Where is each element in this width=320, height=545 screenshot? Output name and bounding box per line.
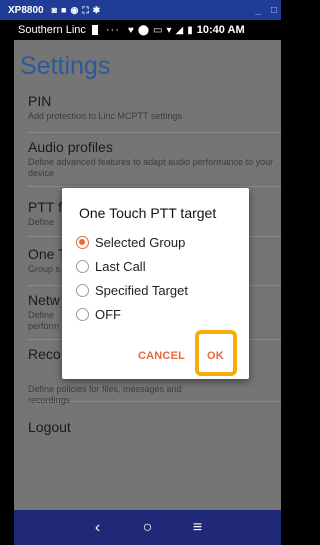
- option-selected-group[interactable]: Selected Group: [76, 232, 185, 252]
- dialog-title: One Touch PTT target: [79, 205, 217, 221]
- device-model: XP8800: [8, 4, 44, 16]
- pref-title: Audio profiles: [28, 139, 113, 155]
- radio-unchecked-icon[interactable]: [76, 283, 89, 297]
- battery-icon: ▮: [187, 24, 193, 36]
- window-controls: _ □: [255, 5, 277, 16]
- device-bar: XP8800 ◙ ■ ◉ ⛶ ✱ _ □: [0, 0, 281, 20]
- back-icon[interactable]: ‹: [88, 519, 108, 537]
- status-bar: Southern Linc ··· ♥ ⬤ ▭ ▾ ◢ ▮ 10:40 AM: [14, 20, 281, 40]
- pref-summary: Define perform: [28, 310, 60, 331]
- option-last-call[interactable]: Last Call: [76, 256, 146, 276]
- pref-pin[interactable]: PIN Add protection to Linc MCPTT setting…: [28, 93, 281, 133]
- carrier-name: Southern Linc: [18, 24, 86, 36]
- sim-icon: [91, 25, 98, 35]
- heart-icon: ♥: [127, 24, 134, 36]
- option-off[interactable]: OFF: [76, 304, 121, 324]
- fullscreen-icon: ⛶: [82, 4, 89, 15]
- maximize-button[interactable]: □: [271, 5, 277, 16]
- location-icon: ⬤: [137, 24, 150, 36]
- navigation-bar: ‹ ○ ≡: [14, 510, 281, 545]
- more-notifications-icon: ···: [105, 24, 120, 36]
- minimize-button[interactable]: _: [255, 5, 261, 16]
- pref-title: PIN: [28, 93, 52, 109]
- pref-title: Logout: [28, 419, 71, 435]
- pref-logout[interactable]: Logout: [28, 419, 281, 443]
- signal-icon: ◢: [175, 24, 184, 36]
- pref-summary: Define advanced features to adapt audio …: [28, 157, 274, 178]
- option-label: Selected Group: [95, 234, 186, 250]
- pref-audio-profiles[interactable]: Audio profiles Define advanced features …: [28, 139, 281, 187]
- option-label: Specified Target: [95, 282, 188, 298]
- clock: 10:40 AM: [196, 24, 245, 36]
- cancel-button[interactable]: CANCEL: [138, 350, 185, 362]
- video-icon: ■: [61, 4, 67, 15]
- home-icon[interactable]: ○: [138, 519, 158, 537]
- option-specified-target[interactable]: Specified Target: [76, 280, 188, 300]
- page-title: Settings: [20, 52, 111, 80]
- phone-frame: XP8800 ◙ ■ ◉ ⛶ ✱ _ □ Southern Linc ··· ♥…: [0, 0, 281, 545]
- ok-highlight-box: [195, 330, 237, 376]
- radio-checked-icon[interactable]: [76, 235, 89, 249]
- pref-summary: Define policies for files, messages and …: [28, 384, 182, 405]
- camera-icon: ◙: [51, 4, 58, 15]
- radio-unchecked-icon[interactable]: [76, 259, 89, 273]
- settings-icon: ✱: [92, 4, 101, 15]
- record-icon: ◉: [70, 4, 79, 15]
- recents-icon[interactable]: ≡: [188, 519, 208, 537]
- pref-summary: Add protection to Linc MCPTT settings: [28, 111, 182, 121]
- wifi-icon: ▾: [166, 24, 172, 36]
- volte-icon: ▭: [153, 24, 163, 36]
- option-label: OFF: [95, 306, 121, 322]
- radio-unchecked-icon[interactable]: [76, 307, 89, 321]
- option-label: Last Call: [95, 258, 146, 274]
- device-bar-icons: ◙ ■ ◉ ⛶ ✱: [52, 5, 101, 16]
- status-icons: ♥ ⬤ ▭ ▾ ◢ ▮: [128, 25, 193, 36]
